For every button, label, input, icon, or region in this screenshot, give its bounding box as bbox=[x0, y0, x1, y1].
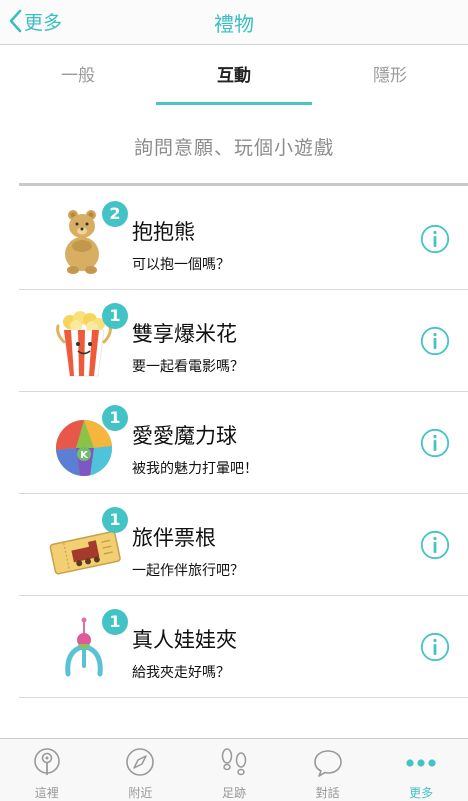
tabbar-label: 更多 bbox=[409, 786, 434, 800]
info-icon[interactable] bbox=[420, 224, 450, 254]
info-icon[interactable] bbox=[420, 632, 450, 662]
gift-name: 雙享爆米花 bbox=[132, 322, 237, 346]
info-icon[interactable] bbox=[420, 428, 450, 458]
gift-count-badge: 1 bbox=[102, 507, 128, 533]
compass-icon bbox=[126, 748, 155, 776]
tabbar-item-here[interactable]: 這裡 bbox=[0, 739, 94, 801]
gift-description: 要一起看電影嗎？ bbox=[132, 359, 244, 375]
gift-description: 可以抱一個嗎？ bbox=[132, 257, 230, 273]
tabbar-label: 附近 bbox=[128, 786, 153, 800]
gift-row[interactable]: 2 抱抱熊 可以抱一個嗎？ bbox=[0, 188, 468, 290]
gift-count-badge: 2 bbox=[102, 201, 128, 227]
tabbar-item-nearby[interactable]: 附近 bbox=[94, 739, 188, 801]
gift-row[interactable]: K 1 愛愛魔力球 被我的魅力打暈吧！ bbox=[0, 392, 468, 494]
footprints-icon bbox=[221, 748, 247, 776]
svg-text:K: K bbox=[80, 450, 89, 461]
gift-description: 被我的魅力打暈吧！ bbox=[132, 461, 258, 477]
more-icon bbox=[406, 759, 436, 767]
row-divider bbox=[19, 697, 468, 698]
nav-bar: 更多 禮物 bbox=[0, 0, 468, 44]
gift-name: 真人娃娃夾 bbox=[132, 628, 237, 652]
tab-interactive[interactable]: 互動 bbox=[156, 45, 312, 107]
gift-count-badge: 1 bbox=[102, 609, 128, 635]
gift-row[interactable]: 1 旅伴票根 一起作伴旅行吧？ bbox=[0, 494, 468, 596]
gift-name: 旅伴票根 bbox=[132, 526, 216, 550]
gift-name: 抱抱熊 bbox=[132, 220, 195, 244]
gift-count-badge: 1 bbox=[102, 303, 128, 329]
gift-row[interactable]: 1 雙享爆米花 要一起看電影嗎？ bbox=[0, 290, 468, 392]
tabbar-item-more[interactable]: 更多 bbox=[374, 739, 468, 801]
tabbar-label: 足跡 bbox=[221, 786, 246, 800]
tabbar-label: 這裡 bbox=[34, 786, 59, 800]
info-icon[interactable] bbox=[420, 326, 450, 356]
tabbar-item-footprints[interactable]: 足跡 bbox=[187, 739, 281, 801]
page-title: 禮物 bbox=[214, 12, 254, 36]
location-icon bbox=[33, 748, 60, 775]
chat-icon bbox=[313, 750, 342, 777]
bottom-tab-bar: 這裡 附近 足跡 對話 更多 bbox=[0, 738, 468, 801]
category-subtitle: 詢問意願、玩個小遊戲 bbox=[133, 137, 334, 159]
gift-row[interactable]: 1 真人娃娃夾 給我夾走好嗎？ bbox=[0, 596, 468, 698]
gift-description: 一起作伴旅行吧？ bbox=[132, 563, 244, 579]
gift-description: 給我夾走好嗎？ bbox=[132, 665, 230, 681]
active-tab-indicator bbox=[156, 102, 312, 105]
list-divider bbox=[19, 183, 468, 186]
category-tabs: 一般 互動 隱形 bbox=[0, 45, 468, 107]
tabbar-label: 對話 bbox=[315, 786, 340, 800]
gift-count-badge: 1 bbox=[102, 405, 128, 431]
info-icon[interactable] bbox=[420, 530, 450, 560]
gift-name: 愛愛魔力球 bbox=[132, 424, 237, 448]
tab-invisible[interactable]: 隱形 bbox=[312, 45, 468, 107]
tab-general[interactable]: 一般 bbox=[0, 45, 156, 107]
tabbar-item-chat[interactable]: 對話 bbox=[281, 739, 375, 801]
